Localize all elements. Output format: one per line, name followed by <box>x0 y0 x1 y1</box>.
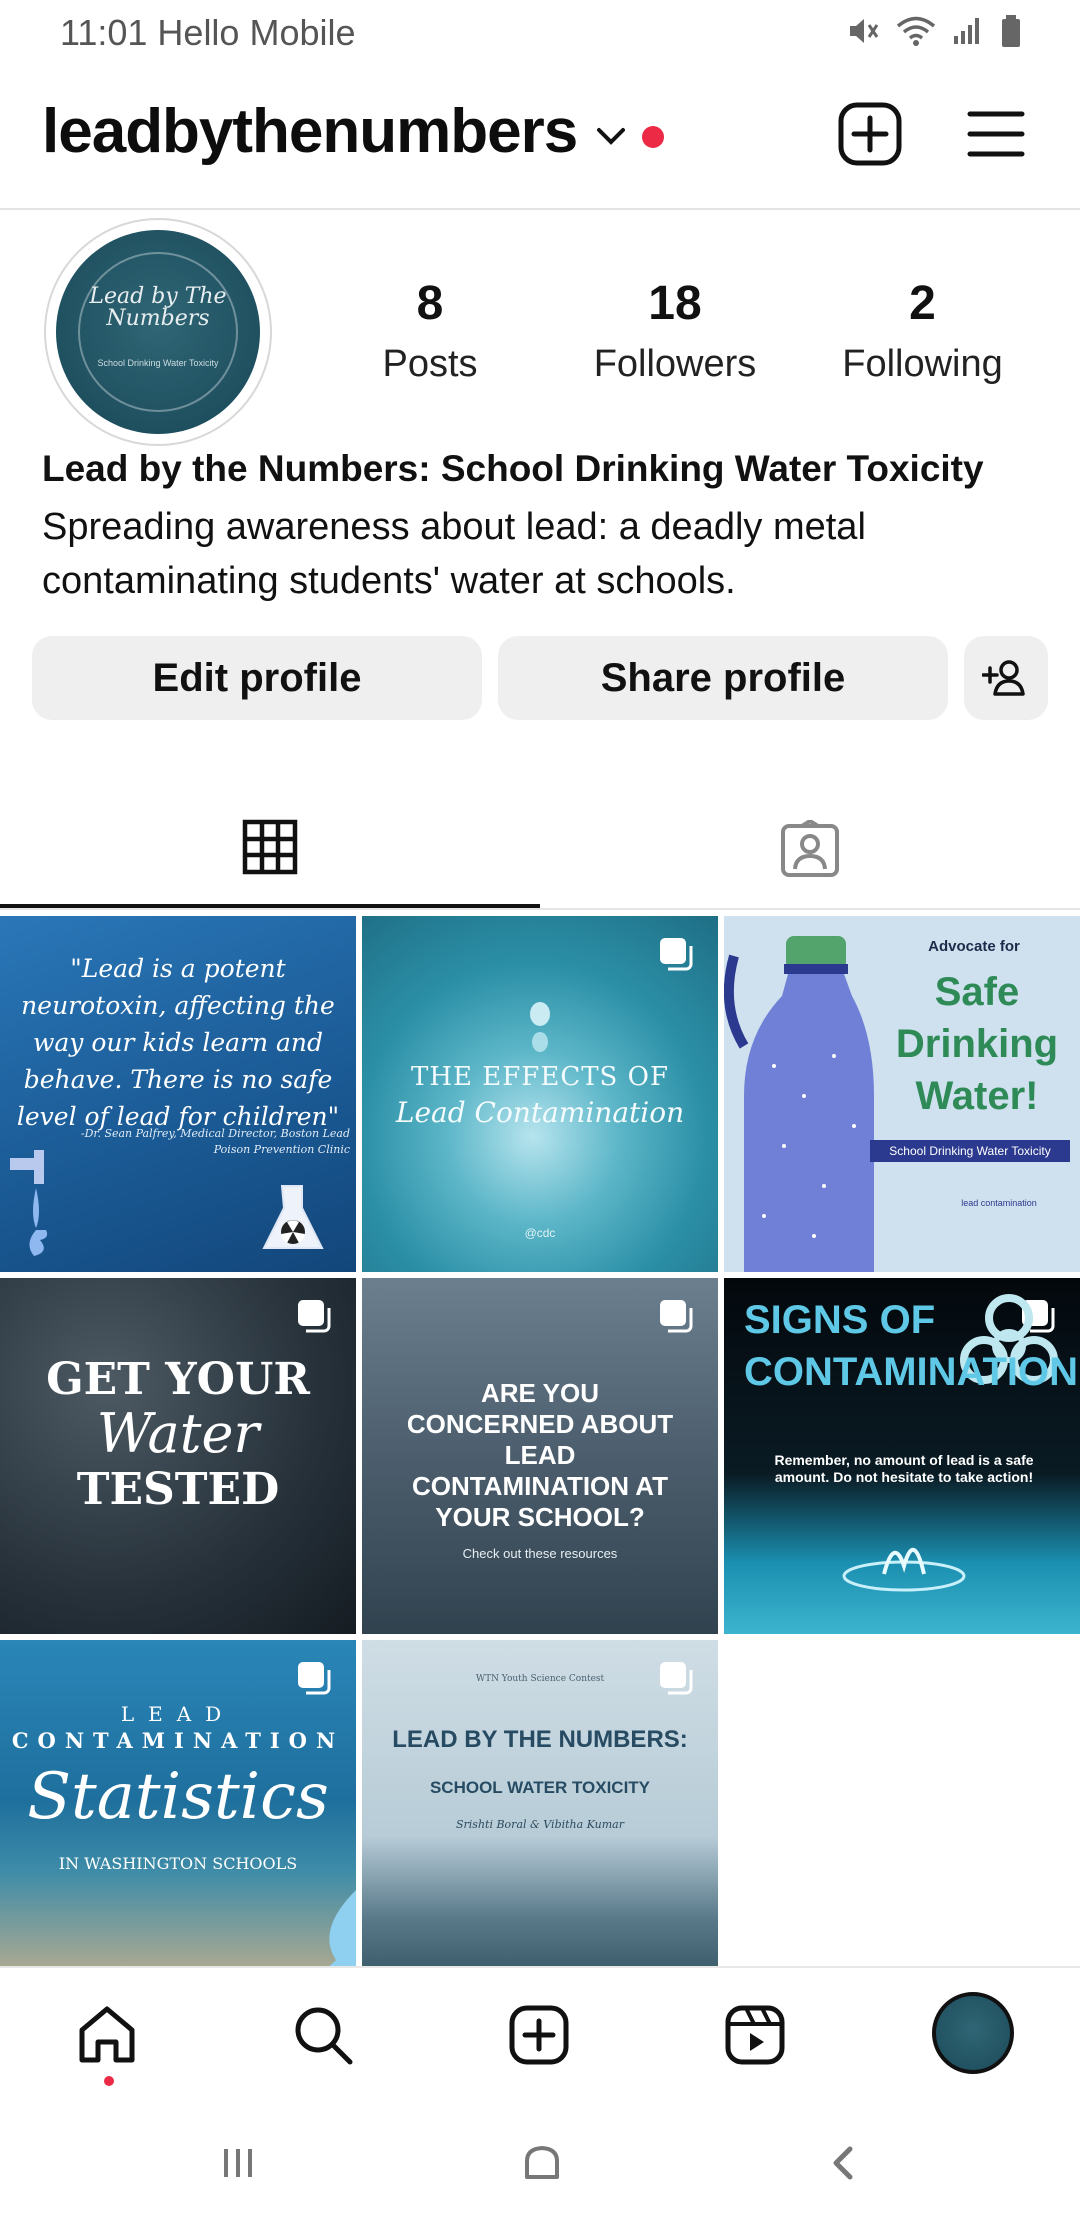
tagged-icon <box>781 820 839 877</box>
post-thumbnail-7[interactable]: LEAD CONTAMINATION Statistics IN WASHING… <box>0 1640 356 1996</box>
wifi-icon <box>896 16 936 46</box>
nav-reels[interactable] <box>720 2000 790 2070</box>
profile-avatar[interactable]: Lead by The Numbers School Drinking Wate… <box>44 218 272 446</box>
post-script-title: Statistics <box>27 1760 329 1834</box>
create-icon <box>509 2005 569 2065</box>
nav-profile-avatar[interactable] <box>932 1992 1014 2074</box>
discover-people-button[interactable] <box>964 636 1048 720</box>
avatar-logo-text: Lead by The Numbers <box>56 286 260 330</box>
post-subtitle: Lead Contamination <box>395 1096 685 1129</box>
post-title-bottom: TESTED <box>76 1464 280 1515</box>
battery-icon <box>1002 15 1020 47</box>
post-quote-author: -Dr. Sean Palfrey, Medical Director, Bos… <box>80 1127 350 1156</box>
stat-posts[interactable]: 8 Posts <box>330 276 530 386</box>
avatar-image: Lead by The Numbers School Drinking Wate… <box>56 230 260 434</box>
post-title: CONTAMINATION <box>11 1728 345 1753</box>
post-title-top: GET YOUR <box>46 1354 310 1405</box>
avatar-logo-line1: Lead by The <box>89 284 227 309</box>
faucet-icon <box>10 1150 48 1256</box>
nav-create[interactable] <box>504 2000 574 2070</box>
add-person-icon <box>982 660 1025 696</box>
system-home-button[interactable] <box>512 2138 572 2188</box>
post-subtitle: IN WASHINGTON SCHOOLS <box>58 1854 298 1873</box>
followers-label: Followers <box>593 343 757 385</box>
post-thumbnail-5[interactable]: ARE YOU CONCERNED ABOUT LEAD CONTAMINATI… <box>362 1278 718 1634</box>
post-label-bar: School Drinking Water Toxicity <box>870 1140 1070 1162</box>
post-caption: Remember, no amount of lead is a safe am… <box>774 1452 1034 1485</box>
search-icon <box>295 2007 353 2065</box>
post-caption: Check out these resources <box>462 1546 618 1561</box>
flask-icon <box>262 1185 324 1249</box>
post-thumbnail-3[interactable]: Advocate for Safe Drinking Water! School… <box>724 916 1080 1272</box>
multi-post-icon <box>298 1662 331 1695</box>
post-title: SIGNS OF CONTAMINATION <box>744 1298 1079 1394</box>
post-top-text: LEAD <box>120 1702 236 1726</box>
post-thumbnail-6[interactable]: SIGNS OF CONTAMINATION Remember, no amou… <box>724 1278 1080 1634</box>
following-label: Following <box>842 343 1003 385</box>
bio-text: Spreading awareness about lead: a deadly… <box>42 506 866 602</box>
mute-icon <box>850 19 879 43</box>
system-navigation-bar <box>0 2100 1080 2220</box>
nav-search[interactable] <box>288 2000 358 2070</box>
post-title: ARE YOU CONCERNED ABOUT LEAD CONTAMINATI… <box>406 1378 674 1532</box>
bio-name: Lead by the Numbers: School Drinking Wat… <box>42 448 984 489</box>
post-title: LEAD BY THE NUMBERS: <box>392 1726 688 1753</box>
multi-post-icon <box>660 1300 693 1333</box>
posts-count: 8 <box>416 277 444 330</box>
menu-icon[interactable] <box>964 104 1028 164</box>
edit-profile-button[interactable]: Edit profile <box>32 636 482 720</box>
status-time-carrier: 11:01 Hello Mobile <box>60 12 356 53</box>
post-quote: "Lead is a potent neurotoxin, affecting … <box>16 954 340 1131</box>
following-count: 2 <box>909 277 936 330</box>
splash-graphic <box>842 1548 966 1592</box>
post-thumbnail-1[interactable]: "Lead is a potent neurotoxin, affecting … <box>0 916 356 1272</box>
tabs-divider <box>0 908 1080 910</box>
system-back-button[interactable] <box>814 2138 874 2188</box>
post-title: THE EFFECTS OF <box>411 1062 669 1092</box>
username-switcher[interactable]: leadbythenumbers <box>42 96 578 167</box>
share-profile-button[interactable]: Share profile <box>498 636 948 720</box>
post-thumbnail-2[interactable]: THE EFFECTS OF Lead Contamination @cdc <box>362 916 718 1272</box>
bottom-navigation <box>0 1966 1080 2096</box>
notification-dot <box>642 126 664 148</box>
post-title: Safe Drinking Water! <box>895 970 1059 1118</box>
stat-followers[interactable]: 18 Followers <box>575 276 775 386</box>
reels-icon <box>725 2005 785 2065</box>
avatar-logo-line2: Numbers <box>106 306 210 331</box>
status-icons <box>846 14 1022 48</box>
tab-tagged[interactable] <box>540 790 1080 908</box>
post-small-text: lead contamination <box>961 1198 1037 1208</box>
posts-label: Posts <box>382 343 478 385</box>
chevron-down-icon[interactable] <box>594 124 628 148</box>
post-credit: @cdc <box>524 1226 556 1240</box>
post-thumbnail-8[interactable]: WTN Youth Science Contest LEAD BY THE NU… <box>362 1640 718 1996</box>
tab-posts-grid[interactable] <box>0 790 540 908</box>
new-post-icon[interactable] <box>836 100 904 168</box>
post-subtitle: SCHOOL WATER TOXICITY <box>429 1778 651 1797</box>
post-title-middle: Water <box>96 1402 260 1465</box>
home-icon <box>79 2006 135 2063</box>
home-notification-dot <box>104 2076 114 2086</box>
grid-icon <box>242 819 298 875</box>
post-thumbnail-4[interactable]: GET YOUR Water TESTED <box>0 1278 356 1634</box>
recent-apps-button[interactable] <box>208 2138 268 2188</box>
nav-home[interactable] <box>72 2000 142 2070</box>
signal-icon <box>954 18 979 44</box>
recent-apps-icon <box>224 2149 252 2177</box>
stat-following[interactable]: 2 Following <box>820 276 1025 386</box>
profile-tabs <box>0 790 1080 910</box>
multi-post-icon <box>660 938 693 971</box>
avatar-subtext: School Drinking Water Toxicity <box>97 358 219 368</box>
back-icon <box>833 2146 853 2180</box>
avatar-inner-ring <box>78 252 238 412</box>
home-button-icon <box>525 2146 559 2179</box>
post-top-text: Advocate for <box>928 938 1020 955</box>
post-authors: Srishti Boral & Vibitha Kumar <box>456 1818 624 1831</box>
followers-count: 18 <box>648 277 702 330</box>
water-bottle-graphic <box>724 936 874 1272</box>
post-top-text: WTN Youth Science Contest <box>475 1674 605 1684</box>
status-bar: 11:01 Hello Mobile <box>0 0 1080 66</box>
top-bar: leadbythenumbers <box>0 80 1080 210</box>
multi-post-icon <box>298 1300 331 1333</box>
